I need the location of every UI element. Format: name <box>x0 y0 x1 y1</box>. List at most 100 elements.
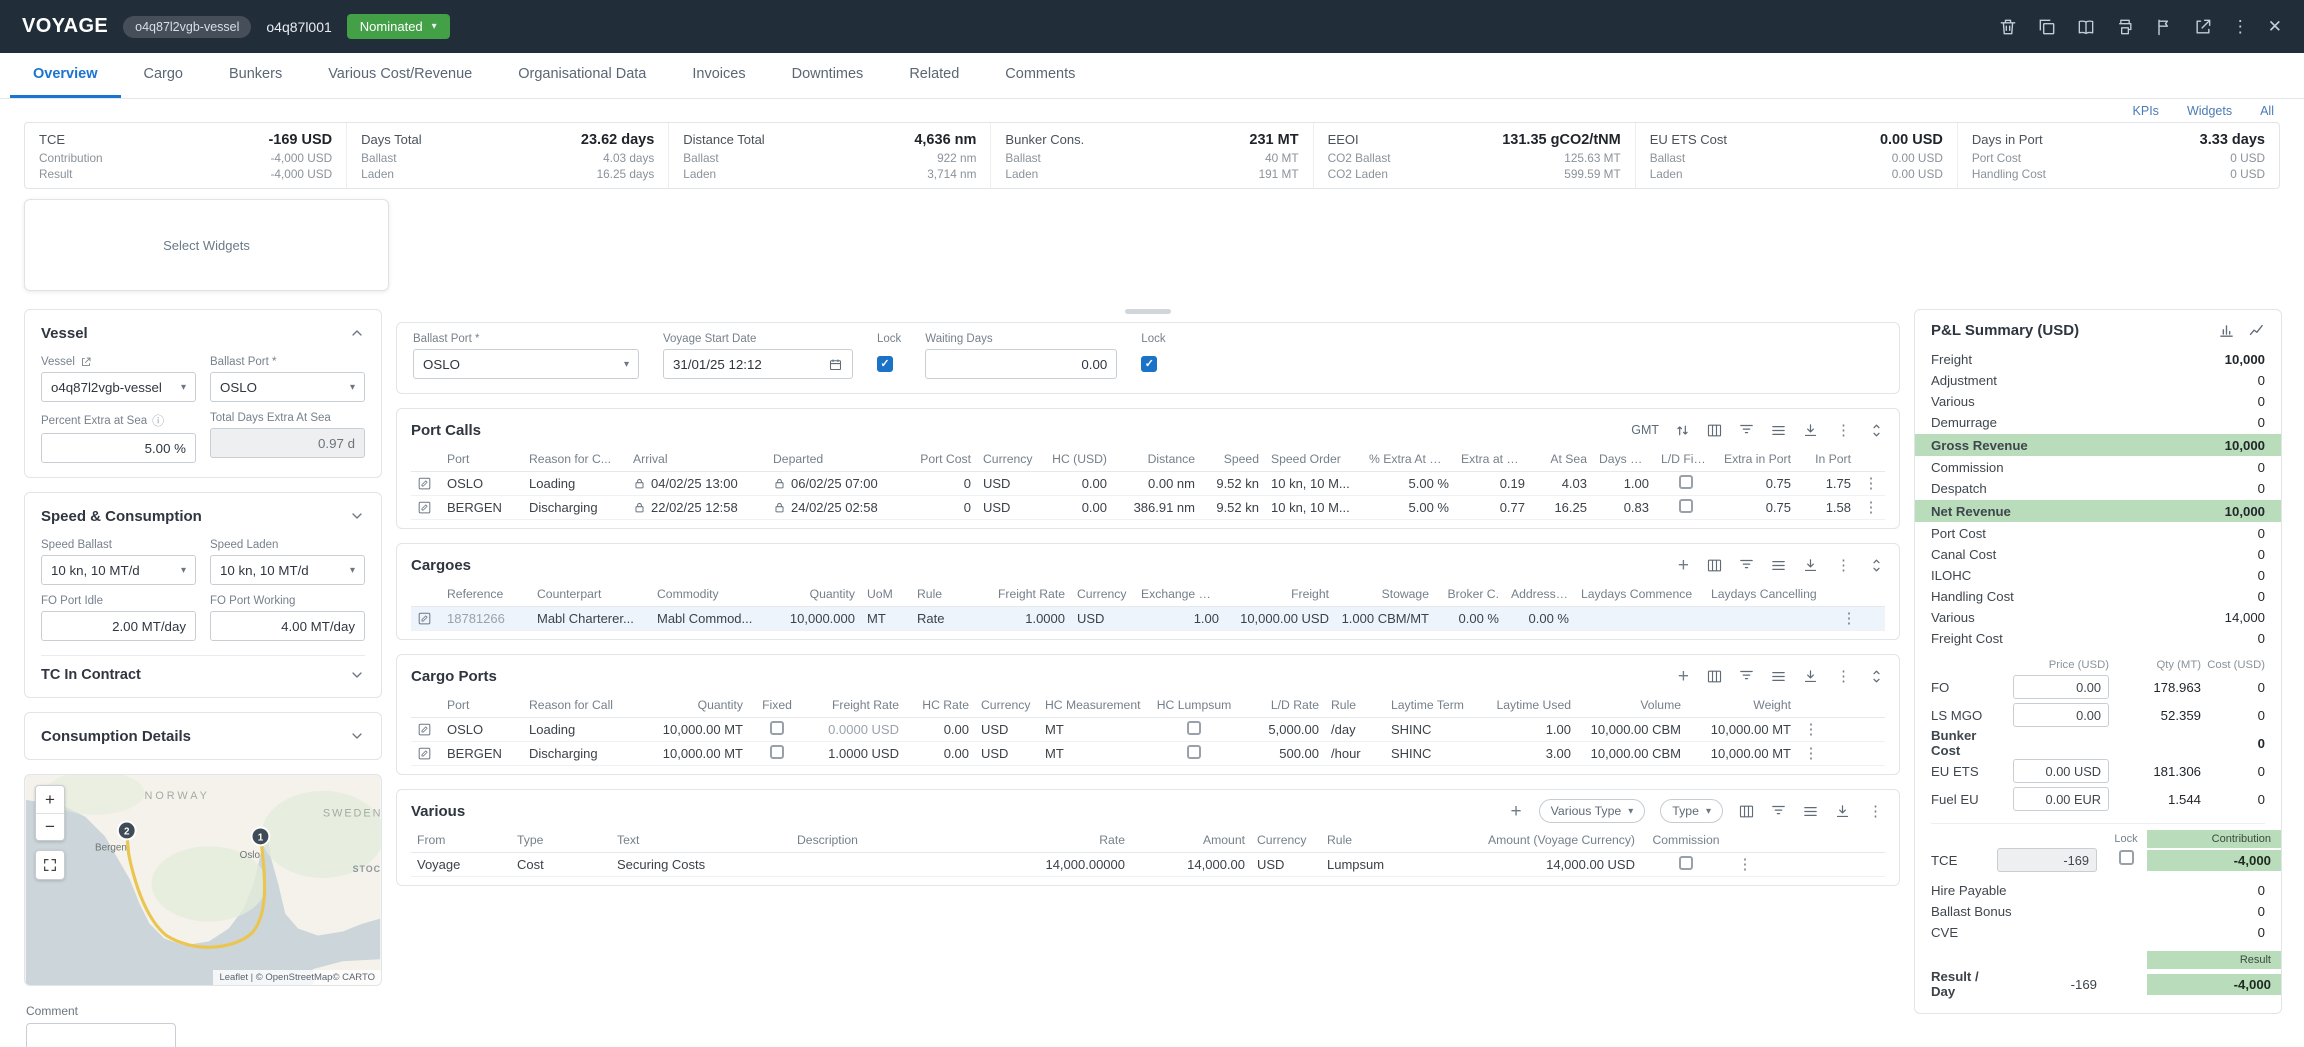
tce-lock-checkbox[interactable] <box>2119 850 2134 865</box>
start-date-lock-checkbox[interactable] <box>877 356 893 372</box>
lsmgo-price-input[interactable] <box>2013 703 2109 727</box>
percent-extra-input[interactable] <box>41 433 196 463</box>
add-cargo-port-icon[interactable]: + <box>1676 667 1691 686</box>
edit-icon[interactable] <box>417 476 432 491</box>
fo-price-input[interactable] <box>2013 675 2109 699</box>
calendar-icon[interactable] <box>828 357 843 372</box>
vessel-select[interactable]: o4q87l2vgb-vessel ▾ <box>41 372 196 402</box>
waiting-days-lock-checkbox[interactable] <box>1141 356 1157 372</box>
download-icon[interactable] <box>1834 803 1851 820</box>
tab-comments[interactable]: Comments <box>982 53 1098 98</box>
tab-invoices[interactable]: Invoices <box>669 53 768 98</box>
ballast-port-select[interactable]: OSLO ▾ <box>413 349 639 379</box>
status-dropdown[interactable]: Nominated ▾ <box>347 14 450 39</box>
open-vessel-icon[interactable] <box>80 356 92 368</box>
print-icon[interactable] <box>2115 17 2135 37</box>
copy-icon[interactable] <box>2037 17 2057 37</box>
zoom-in-button[interactable]: + <box>36 786 64 813</box>
map-marker-bergen[interactable]: 2 <box>118 822 136 840</box>
download-icon[interactable] <box>1802 557 1819 574</box>
add-various-icon[interactable]: + <box>1509 802 1524 821</box>
tab-various-cost-revenue[interactable]: Various Cost/Revenue <box>305 53 495 98</box>
edit-icon[interactable] <box>417 746 432 761</box>
map-attribution[interactable]: Leaflet | © OpenStreetMap© CARTO <box>213 970 381 985</box>
cargo-row[interactable]: 18781266 Mabl Charterer... Mabl Commod..… <box>411 607 1885 631</box>
type-filter[interactable]: Type ▾ <box>1660 799 1723 823</box>
zoom-out-button[interactable]: − <box>36 813 64 840</box>
ld-fixed-checkbox[interactable] <box>1679 499 1693 513</box>
expand-chevron-icon[interactable] <box>349 667 365 683</box>
tab-downtimes[interactable]: Downtimes <box>769 53 887 98</box>
delete-icon[interactable] <box>1998 17 2018 37</box>
filter-icon[interactable] <box>1770 803 1787 820</box>
columns-icon[interactable] <box>1706 422 1723 439</box>
row-more-icon[interactable]: ⋮ <box>1797 746 1825 761</box>
speed-laden-select[interactable]: 10 kn, 10 MT/d ▾ <box>210 555 365 585</box>
close-icon[interactable]: ✕ <box>2268 18 2282 35</box>
more-icon[interactable]: ⋮ <box>1834 558 1853 573</box>
columns-icon[interactable] <box>1706 668 1723 685</box>
collapse-chevron-icon[interactable] <box>349 325 365 341</box>
row-density-icon[interactable] <box>1770 668 1787 685</box>
tab-cargo[interactable]: Cargo <box>121 53 207 98</box>
waiting-days-input[interactable] <box>925 349 1117 379</box>
line-chart-icon[interactable] <box>2248 322 2265 339</box>
more-icon[interactable]: ⋮ <box>1834 669 1853 684</box>
all-link[interactable]: All <box>2260 104 2274 118</box>
consumption-details-header[interactable]: Consumption Details <box>41 723 365 749</box>
row-more-icon[interactable]: ⋮ <box>1797 722 1825 737</box>
reorder-icon[interactable] <box>1868 668 1885 685</box>
tc-in-contract-header[interactable]: TC In Contract <box>41 655 365 683</box>
hc-lumpsum-checkbox[interactable] <box>1187 721 1201 735</box>
fo-port-working-input[interactable] <box>210 611 365 641</box>
sort-icon[interactable] <box>1674 422 1691 439</box>
row-density-icon[interactable] <box>1770 422 1787 439</box>
widgets-link[interactable]: Widgets <box>2187 104 2232 118</box>
fullscreen-button[interactable] <box>35 850 65 880</box>
expand-chevron-icon[interactable] <box>349 728 365 744</box>
row-more-icon[interactable]: ⋮ <box>1857 500 1885 515</box>
tab-overview[interactable]: Overview <box>10 53 121 98</box>
fixed-checkbox[interactable] <box>770 745 784 759</box>
tab-related[interactable]: Related <box>886 53 982 98</box>
download-icon[interactable] <box>1802 422 1819 439</box>
filter-icon[interactable] <box>1738 668 1755 685</box>
euets-price-input[interactable] <box>2013 759 2109 783</box>
download-icon[interactable] <box>1802 668 1819 685</box>
cargo-port-row[interactable]: BERGEN Discharging 10,000.00 MT 1.0000 U… <box>411 742 1885 766</box>
info-icon[interactable]: ⓘ <box>152 412 164 429</box>
open-external-icon[interactable] <box>2193 17 2213 37</box>
fo-port-idle-input[interactable] <box>41 611 196 641</box>
port-call-row[interactable]: BERGEN Discharging 22/02/25 12:58 24/02/… <box>411 496 1885 520</box>
filter-icon[interactable] <box>1738 422 1755 439</box>
various-type-filter[interactable]: Various Type ▾ <box>1539 799 1646 823</box>
more-icon[interactable]: ⋮ <box>2232 18 2249 35</box>
port-call-row[interactable]: OSLO Loading 04/02/25 13:00 06/02/25 07:… <box>411 472 1885 496</box>
fueleu-price-input[interactable] <box>2013 787 2109 811</box>
columns-icon[interactable] <box>1706 557 1723 574</box>
speed-panel-header[interactable]: Speed & Consumption <box>41 503 365 529</box>
vessel-panel-header[interactable]: Vessel <box>41 320 365 346</box>
more-icon[interactable]: ⋮ <box>1866 804 1885 819</box>
row-more-icon[interactable]: ⋮ <box>1835 611 1863 626</box>
edit-icon[interactable] <box>417 722 432 737</box>
fixed-checkbox[interactable] <box>770 721 784 735</box>
row-more-icon[interactable]: ⋮ <box>1857 476 1885 491</box>
reorder-icon[interactable] <box>1868 422 1885 439</box>
add-cargo-icon[interactable]: + <box>1676 556 1691 575</box>
bar-chart-icon[interactable] <box>2218 322 2235 339</box>
more-icon[interactable]: ⋮ <box>1834 423 1853 438</box>
row-more-icon[interactable]: ⋮ <box>1731 857 1759 872</box>
resize-handle[interactable] <box>1125 309 1171 314</box>
timezone-button[interactable]: GMT <box>1631 423 1659 437</box>
row-density-icon[interactable] <box>1770 557 1787 574</box>
tab-bunkers[interactable]: Bunkers <box>206 53 305 98</box>
filter-icon[interactable] <box>1738 557 1755 574</box>
reorder-icon[interactable] <box>1868 557 1885 574</box>
hc-lumpsum-checkbox[interactable] <box>1187 745 1201 759</box>
collapse-chevron-icon[interactable] <box>349 508 365 524</box>
speed-ballast-select[interactable]: 10 kn, 10 MT/d ▾ <box>41 555 196 585</box>
map-marker-oslo[interactable]: 1 <box>252 828 270 846</box>
tce-input[interactable] <box>1997 848 2097 872</box>
voyage-start-date-input[interactable]: 31/01/25 12:12 <box>663 349 853 379</box>
